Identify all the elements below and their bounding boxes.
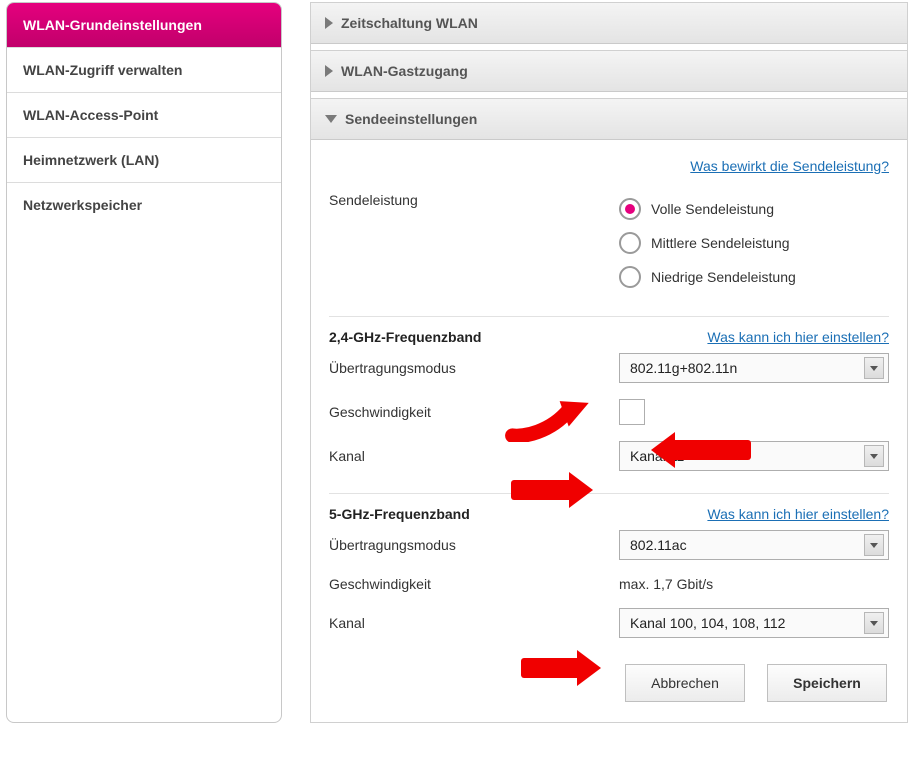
separator — [329, 493, 889, 494]
radio-dot-icon — [619, 198, 641, 220]
accordion-title: Zeitschaltung WLAN — [341, 15, 478, 31]
select-value: 802.11ac — [630, 537, 687, 553]
select-value: 802.11g+802.11n — [630, 360, 737, 376]
band5-title: 5-GHz-Frequenzband — [329, 506, 470, 522]
label-band24-speed: Geschwindigkeit — [329, 404, 619, 420]
sidebar-item-wlan-grundeinstellungen[interactable]: WLAN-Grundeinstellungen — [7, 3, 281, 47]
label-sendeleistung: Sendeleistung — [329, 192, 619, 208]
button-label: Speichern — [793, 675, 861, 691]
sidebar-item-label: WLAN-Zugriff verwalten — [23, 62, 182, 78]
save-button[interactable]: Speichern — [767, 664, 887, 702]
checkbox-band24-speed[interactable] — [619, 399, 645, 425]
dropdown-icon — [864, 357, 884, 379]
help-link-sendeleistung[interactable]: Was bewirkt die Sendeleistung? — [690, 158, 889, 174]
sidebar: WLAN-Grundeinstellungen WLAN-Zugriff ver… — [6, 2, 282, 723]
band5-header: 5-GHz-Frequenzband Was kann ich hier ein… — [329, 502, 889, 522]
footer: Abbrechen Speichern — [311, 646, 907, 722]
radio-volle-sendeleistung[interactable]: Volle Sendeleistung — [619, 192, 796, 226]
select-band5-channel[interactable]: Kanal 100, 104, 108, 112 — [619, 608, 889, 638]
radio-dot-icon — [619, 266, 641, 288]
dropdown-icon — [864, 612, 884, 634]
label-band5-channel: Kanal — [329, 615, 619, 631]
accordion-title: Sendeeinstellungen — [345, 111, 477, 127]
radio-label: Mittlere Sendeleistung — [651, 235, 790, 251]
section-tx: Was bewirkt die Sendeleistung? Sendeleis… — [311, 140, 907, 646]
label-band5-speed: Geschwindigkeit — [329, 576, 619, 592]
label-band24-mode: Übertragungsmodus — [329, 360, 619, 376]
select-band24-mode[interactable]: 802.11g+802.11n — [619, 353, 889, 383]
radio-label: Niedrige Sendeleistung — [651, 269, 796, 285]
help-link-band24[interactable]: Was kann ich hier einstellen? — [707, 329, 889, 345]
chevron-right-icon — [325, 17, 333, 29]
sidebar-item-label: Heimnetzwerk (LAN) — [23, 152, 159, 168]
button-label: Abbrechen — [651, 675, 719, 691]
select-value: Kanal 100, 104, 108, 112 — [630, 615, 785, 631]
cancel-button[interactable]: Abbrechen — [625, 664, 745, 702]
chevron-right-icon — [325, 65, 333, 77]
value-band5-speed: max. 1,7 Gbit/s — [619, 576, 713, 592]
sidebar-item-label: WLAN-Grundeinstellungen — [23, 17, 202, 33]
select-band24-channel[interactable]: Kanal 11 — [619, 441, 889, 471]
radio-niedrige-sendeleistung[interactable]: Niedrige Sendeleistung — [619, 260, 796, 294]
radio-label: Volle Sendeleistung — [651, 201, 774, 217]
page: WLAN-Grundeinstellungen WLAN-Zugriff ver… — [0, 0, 912, 733]
sidebar-item-netzwerkspeicher[interactable]: Netzwerkspeicher — [7, 182, 281, 227]
dropdown-icon — [864, 445, 884, 467]
chevron-down-icon — [325, 115, 337, 123]
sidebar-item-label: WLAN-Access-Point — [23, 107, 158, 123]
main-panel: Zeitschaltung WLAN WLAN-Gastzugang Sende… — [310, 2, 908, 723]
accordion-gastzugang[interactable]: WLAN-Gastzugang — [311, 50, 907, 92]
label-band5-mode: Übertragungsmodus — [329, 537, 619, 553]
sidebar-item-label: Netzwerkspeicher — [23, 197, 142, 213]
accordion-title: WLAN-Gastzugang — [341, 63, 468, 79]
label-band24-channel: Kanal — [329, 448, 619, 464]
band24-header: 2,4-GHz-Frequenzband Was kann ich hier e… — [329, 325, 889, 345]
accordion-zeitschaltung[interactable]: Zeitschaltung WLAN — [311, 2, 907, 44]
sidebar-item-heimnetzwerk[interactable]: Heimnetzwerk (LAN) — [7, 137, 281, 182]
radio-mittlere-sendeleistung[interactable]: Mittlere Sendeleistung — [619, 226, 796, 260]
radio-dot-icon — [619, 232, 641, 254]
radio-group-sendeleistung: Volle Sendeleistung Mittlere Sendeleistu… — [619, 192, 796, 294]
sidebar-item-wlan-zugriff[interactable]: WLAN-Zugriff verwalten — [7, 47, 281, 92]
accordion-sendeeinstellungen[interactable]: Sendeeinstellungen — [311, 98, 907, 140]
help-link-band5[interactable]: Was kann ich hier einstellen? — [707, 506, 889, 522]
select-value: Kanal 11 — [630, 448, 684, 464]
dropdown-icon — [864, 534, 884, 556]
sidebar-item-wlan-access-point[interactable]: WLAN-Access-Point — [7, 92, 281, 137]
band24-title: 2,4-GHz-Frequenzband — [329, 329, 481, 345]
select-band5-mode[interactable]: 802.11ac — [619, 530, 889, 560]
separator — [329, 316, 889, 317]
